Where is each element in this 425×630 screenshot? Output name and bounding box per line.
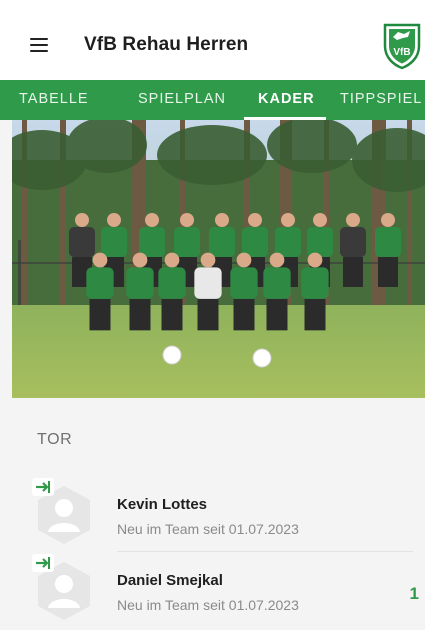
tab-tippspiel[interactable]: TIPPSPIEL [340,91,422,107]
page-title: VfB Rehau Herren [84,34,249,55]
club-crest-logo[interactable]: VfB [382,22,422,70]
player-joined-info: Neu im Team seit 01.07.2023 [117,597,299,613]
player-name: Daniel Smejkal [117,572,223,589]
player-name: Kevin Lottes [117,496,208,513]
hamburger-menu-icon[interactable] [30,38,48,52]
player-row[interactable]: Kevin Lottes Neu im Team seit 01.07.2023 [30,476,425,552]
tab-tabelle[interactable]: TABELLE [19,91,89,107]
app-bar: VfB Rehau Herren VfB [0,0,425,80]
new-arrival-arrow-icon [32,554,54,572]
tab-bar: TABELLE SPIELPLAN KADER TIPPSPIEL [0,80,425,120]
section-title-goalkeepers: TOR [37,431,73,448]
player-row[interactable]: Daniel Smejkal Neu im Team seit 01.07.20… [30,552,425,628]
player-number: 1 [409,584,419,603]
new-arrival-arrow-icon [32,478,54,496]
team-photo [12,120,425,398]
player-joined-info: Neu im Team seit 01.07.2023 [117,521,299,537]
svg-text:VfB: VfB [393,47,410,58]
tab-spielplan[interactable]: SPIELPLAN [138,91,226,107]
tab-kader[interactable]: KADER [258,91,315,107]
